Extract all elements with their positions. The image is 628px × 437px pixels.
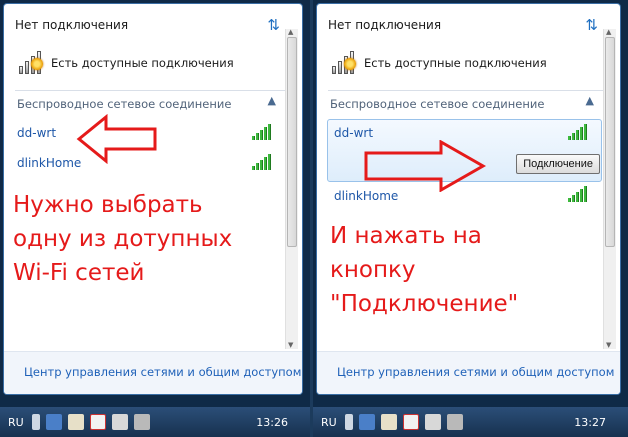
note-line: одну из дотупных bbox=[13, 226, 233, 252]
wifi-popup-left: Нет подключения ⇅ Есть доступные подключ… bbox=[3, 3, 303, 395]
network-dlinkhome[interactable]: dlinkHome bbox=[17, 156, 81, 170]
network-tray-icon[interactable] bbox=[424, 414, 441, 430]
arrow-left-annotation bbox=[76, 114, 157, 164]
footer: Центр управления сетями и общим доступом bbox=[4, 351, 302, 394]
flag-icon[interactable] bbox=[380, 414, 397, 430]
taskbar: RU 13:26 bbox=[0, 407, 310, 437]
available-label: Есть доступные подключения bbox=[364, 56, 547, 70]
note-line: И нажать на bbox=[330, 223, 482, 249]
tray-app-icon[interactable] bbox=[45, 414, 62, 430]
scroll-down-icon[interactable]: ▼ bbox=[288, 341, 293, 349]
refresh-icon[interactable]: ⇅ bbox=[267, 16, 280, 34]
instruction-note: Нужно выбрать одну из дотупных Wi-Fi сет… bbox=[13, 188, 232, 290]
section-title: Беспроводное сетевое соединение bbox=[17, 97, 232, 111]
scroll-up-icon[interactable]: ▲ bbox=[606, 28, 611, 36]
volume-icon[interactable] bbox=[133, 414, 150, 430]
refresh-icon[interactable]: ⇅ bbox=[585, 16, 598, 34]
divider bbox=[15, 90, 286, 91]
network-center-link[interactable]: Центр управления сетями и общим доступом bbox=[337, 365, 614, 379]
signal-strength-icon bbox=[252, 124, 274, 140]
taskbar: RU 13:27 bbox=[313, 407, 628, 437]
network-center-link[interactable]: Центр управления сетями и общим доступом bbox=[24, 365, 301, 379]
note-line: Нужно выбрать bbox=[13, 192, 203, 218]
wifi-popup-right: Нет подключения ⇅ Есть доступные подключ… bbox=[316, 3, 621, 395]
language-indicator[interactable]: RU bbox=[321, 416, 337, 429]
flag-icon[interactable] bbox=[67, 414, 84, 430]
note-line: "Подключение" bbox=[330, 291, 519, 317]
section-title: Беспроводное сетевое соединение bbox=[330, 97, 545, 111]
scrollbar[interactable]: ▲ ▼ bbox=[603, 28, 616, 349]
network-tray-icon[interactable] bbox=[111, 414, 128, 430]
footer: Центр управления сетями и общим доступом bbox=[317, 351, 620, 394]
scroll-thumb[interactable] bbox=[605, 37, 615, 247]
clock[interactable]: 13:26 bbox=[256, 416, 288, 429]
note-line: кнопку bbox=[330, 257, 416, 283]
right-panel: Нет подключения ⇅ Есть доступные подключ… bbox=[313, 0, 628, 437]
volume-icon[interactable] bbox=[446, 414, 463, 430]
note-line: Wi-Fi сетей bbox=[13, 260, 145, 286]
collapse-icon[interactable]: ▲ bbox=[586, 94, 594, 107]
available-connections: Есть доступные подключения bbox=[17, 48, 234, 78]
signal-strength-icon bbox=[568, 186, 590, 202]
divider bbox=[328, 90, 604, 91]
connect-button[interactable]: Подключение bbox=[516, 154, 600, 174]
language-indicator[interactable]: RU bbox=[8, 416, 24, 429]
keyboard-icon[interactable] bbox=[344, 414, 353, 430]
left-panel: Нет подключения ⇅ Есть доступные подключ… bbox=[0, 0, 310, 437]
no-signal-icon[interactable] bbox=[402, 414, 419, 430]
scrollbar[interactable]: ▲ ▼ bbox=[285, 28, 298, 349]
network-dd-wrt[interactable]: dd-wrt bbox=[334, 126, 373, 140]
scroll-up-icon[interactable]: ▲ bbox=[288, 28, 293, 36]
signal-strength-icon bbox=[252, 154, 274, 170]
available-connections: Есть доступные подключения bbox=[330, 48, 547, 78]
network-dd-wrt[interactable]: dd-wrt bbox=[17, 126, 56, 140]
tray-app-icon[interactable] bbox=[358, 414, 375, 430]
connection-status: Нет подключения bbox=[328, 18, 442, 32]
signal-strength-icon bbox=[568, 124, 590, 140]
instruction-note: И нажать на кнопку "Подключение" bbox=[330, 219, 518, 321]
arrow-right-annotation bbox=[364, 140, 487, 192]
connection-status: Нет подключения bbox=[15, 18, 129, 32]
keyboard-icon[interactable] bbox=[31, 414, 40, 430]
available-label: Есть доступные подключения bbox=[51, 56, 234, 70]
no-signal-icon[interactable] bbox=[89, 414, 106, 430]
clock[interactable]: 13:27 bbox=[574, 416, 606, 429]
scroll-down-icon[interactable]: ▼ bbox=[606, 341, 611, 349]
scroll-thumb[interactable] bbox=[287, 37, 297, 247]
collapse-icon[interactable]: ▲ bbox=[268, 94, 276, 107]
network-status-icon bbox=[17, 49, 45, 77]
network-status-icon bbox=[330, 49, 358, 77]
